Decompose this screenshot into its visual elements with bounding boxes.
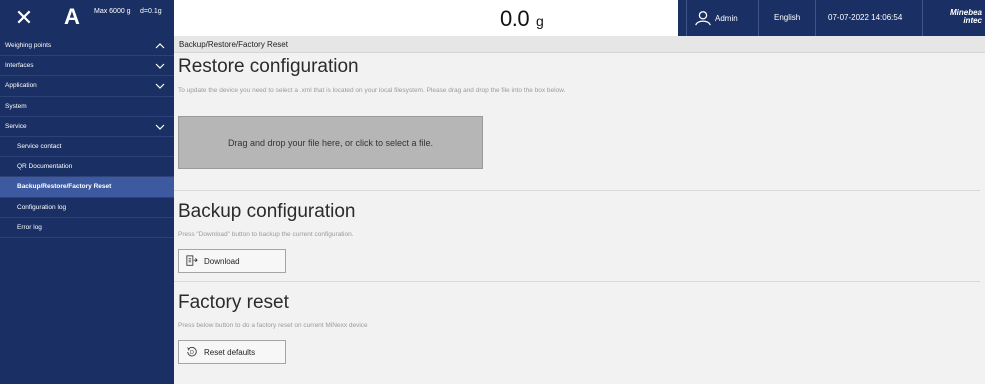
- language-selector[interactable]: English: [774, 0, 800, 36]
- user-menu[interactable]: Admin: [694, 0, 738, 36]
- sidebar: Weighing points Interfaces Application S…: [0, 36, 174, 384]
- backup-title: Backup configuration: [178, 201, 356, 222]
- header-divider: [815, 0, 816, 36]
- chevron-up-icon: [155, 43, 165, 49]
- sidebar-item-interfaces[interactable]: Interfaces: [0, 56, 174, 77]
- download-icon: [186, 255, 198, 266]
- sidebar-item-label: Interfaces: [5, 62, 34, 70]
- close-icon: ✕: [14, 5, 34, 30]
- header-divider: [758, 0, 759, 36]
- backup-description: Press "Download" button to backup the cu…: [178, 231, 354, 238]
- scale-max-capacity: Max 6000 g: [94, 8, 131, 15]
- reset-defaults-button-label: Reset defaults: [204, 347, 256, 357]
- chevron-down-icon: [155, 63, 165, 70]
- chevron-down-icon: [155, 83, 165, 90]
- sidebar-item-label: Error log: [17, 223, 42, 231]
- sidebar-item-label: Configuration log: [17, 203, 67, 211]
- sidebar-item-service-contact[interactable]: Service contact: [0, 137, 174, 158]
- brand-line2: intec: [963, 16, 982, 25]
- chevron-down-icon: [155, 124, 165, 130]
- breadcrumb: Backup/Restore/Factory Reset: [174, 36, 985, 53]
- weight-value: 0.0: [500, 6, 530, 31]
- sidebar-item-label: Application: [5, 82, 37, 90]
- sidebar-item-label: Weighing points: [5, 42, 52, 49]
- sidebar-item-application[interactable]: Application: [0, 76, 174, 97]
- header-divider: [686, 0, 687, 36]
- brand-logo: Minebea intec: [942, 9, 982, 25]
- sidebar-item-configuration-log[interactable]: Configuration log: [0, 198, 174, 218]
- main-content: Backup/Restore/Factory Reset Restore con…: [174, 36, 985, 384]
- sidebar-item-service[interactable]: Service: [0, 117, 174, 137]
- sidebar-item-system[interactable]: System: [0, 97, 174, 117]
- sidebar-item-label: Service contact: [17, 142, 62, 150]
- user-icon: [695, 11, 711, 26]
- weight-display: 0.0 g: [174, 0, 678, 36]
- sidebar-item-label: System: [5, 102, 27, 110]
- sidebar-item-error-log[interactable]: Error log: [0, 218, 174, 238]
- sidebar-item-label: Backup/Restore/Factory Reset: [17, 183, 112, 191]
- sidebar-item-backup-restore[interactable]: Backup/Restore/Factory Reset: [0, 177, 174, 198]
- download-button-label: Download: [204, 256, 240, 266]
- sidebar-item-label: QR Documentation: [17, 163, 73, 171]
- section-divider: [174, 281, 980, 282]
- reset-icon: D: [187, 346, 197, 357]
- sidebar-item-label: Service: [5, 122, 27, 130]
- factory-reset-title: Factory reset: [178, 292, 289, 313]
- header-divider: [922, 0, 923, 36]
- top-bar: ✕ A Max 6000 g d=0.1g 0.0 g Admin Englis…: [0, 0, 985, 36]
- section-divider: [174, 190, 980, 191]
- scale-division: d=0.1g: [140, 8, 162, 15]
- file-dropzone[interactable]: Drag and drop your file here, or click t…: [178, 116, 483, 169]
- sidebar-item-weighing-points[interactable]: Weighing points: [0, 36, 174, 57]
- restore-title: Restore configuration: [178, 56, 359, 77]
- svg-text:D: D: [190, 350, 194, 356]
- user-name: Admin: [715, 13, 738, 23]
- datetime-display: 07-07-2022 14:06:54: [828, 13, 903, 22]
- close-button[interactable]: ✕: [0, 0, 48, 36]
- sidebar-item-qr-documentation[interactable]: QR Documentation: [0, 157, 174, 178]
- download-button[interactable]: Download: [178, 249, 286, 273]
- restore-description: To update the device you need to select …: [178, 87, 566, 94]
- factory-reset-description: Press below button to do a factory reset…: [178, 322, 368, 329]
- weight-unit: g: [536, 13, 544, 29]
- scale-indicator: A: [64, 4, 80, 29]
- reset-defaults-button[interactable]: D Reset defaults: [178, 340, 286, 364]
